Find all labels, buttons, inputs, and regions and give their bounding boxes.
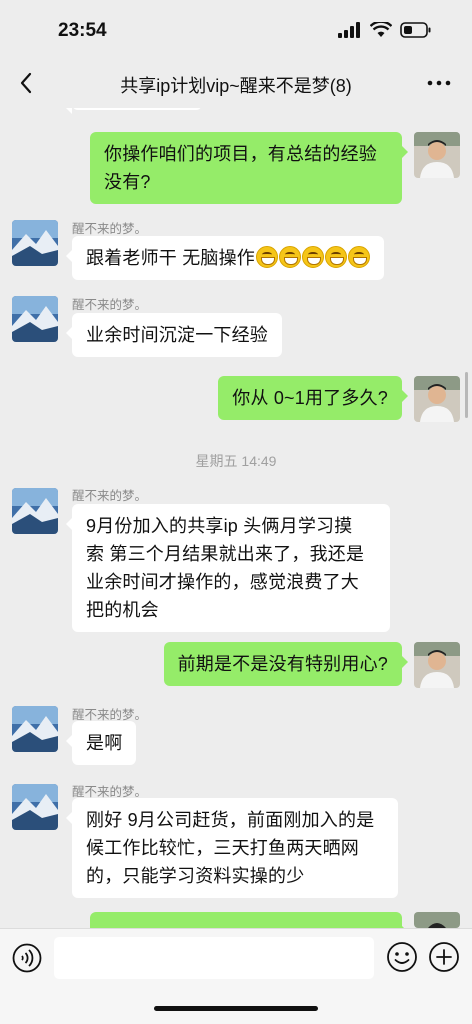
avatar-contact[interactable] [12, 706, 58, 752]
sender-name: 醒不来的梦。 [72, 489, 148, 503]
message-text: 你从 0~1用了多久? [232, 388, 388, 408]
message-list[interactable]: 你操作咱们的项目，有总结的经验 没有? 醒不来的梦。 跟着老师干 无脑操作 醒不… [0, 108, 472, 928]
status-time: 23:54 [58, 20, 107, 41]
more-button[interactable] [426, 70, 452, 96]
grin-emoji-icon [348, 246, 370, 268]
message-bubble-outgoing[interactable]: 你从 0~1用了多久? [218, 376, 408, 420]
message-bubble-incoming[interactable]: 刚好 9月公司赶货，前面刚加入的是 候工作比较忙，三天打鱼两天晒网 的，只能学习… [66, 798, 398, 898]
grin-emoji-icon [279, 246, 301, 268]
message-text: 跟着老师干 无脑操作 [86, 248, 255, 268]
chat-title: 共享ip计划vip~醒来不是梦(8) [120, 76, 352, 96]
avatar-self[interactable] [414, 376, 460, 422]
battery-icon [400, 22, 431, 38]
message-text: 的，只能学习资料实操的少 [86, 866, 305, 886]
avatar-contact[interactable] [12, 220, 58, 266]
message-text: 没有? [104, 172, 151, 192]
avatar-contact[interactable] [12, 296, 58, 342]
voice-button[interactable] [12, 943, 42, 973]
message-text: 业余时间才操作的，感觉浪费了大 [86, 572, 359, 592]
scroll-indicator[interactable] [465, 372, 468, 418]
plus-circle-icon [429, 942, 459, 972]
status-icons [338, 22, 432, 38]
message-input[interactable] [54, 937, 374, 979]
message-text: 把的机会 [86, 600, 159, 620]
message-text: 刚好 9月公司赶货，前面刚加入的是 [86, 810, 375, 830]
voice-icon [12, 943, 42, 973]
grin-emoji-icon [325, 246, 347, 268]
back-button[interactable] [14, 68, 42, 98]
message-text: 你操作咱们的项目，有总结的经验 [104, 144, 377, 164]
message-bubble-incoming[interactable]: 是啊 [65, 721, 137, 765]
signal-icon [338, 22, 360, 38]
grin-emoji-icon [302, 246, 324, 268]
nav-bar: 共享ip计划vip~醒来不是梦(8) [0, 58, 472, 108]
message-bubble-outgoing[interactable]: 你操作咱们的项目，有总结的经验 没有? [90, 132, 408, 204]
plus-button[interactable] [428, 941, 460, 973]
emoji-button[interactable] [386, 941, 418, 973]
home-indicator[interactable] [154, 1006, 318, 1011]
avatar-self[interactable] [414, 642, 460, 688]
message-text: 9月份加入的共享ip 头俩月学习摸 [86, 516, 353, 536]
message-text: 是啊 [86, 733, 123, 753]
message-text: 业余时间沉淀一下经验 [86, 325, 268, 345]
more-dots-icon [427, 80, 451, 86]
avatar-self[interactable] [414, 132, 460, 178]
message-bubble-outgoing[interactable]: 前期是不是没有特别用心? [163, 642, 409, 686]
wifi-icon [370, 22, 392, 37]
sender-name: 醒不来的梦。 [72, 222, 148, 236]
message-bubble-partial [66, 108, 202, 114]
avatar-contact[interactable] [12, 784, 58, 830]
message-bubble-incoming[interactable]: 业余时间沉淀一下经验 [66, 313, 282, 357]
message-text: 候工作比较忙，三天打鱼两天晒网 [86, 838, 359, 858]
message-text: 前期是不是没有特别用心? [177, 654, 388, 674]
avatar-contact[interactable] [12, 488, 58, 534]
timestamp-separator: 星期五 14:49 [195, 453, 277, 469]
grin-emoji-icon [256, 246, 278, 268]
message-bubble-partial [90, 912, 408, 928]
avatar-self [414, 912, 460, 928]
emoji-smile-icon [387, 942, 417, 972]
status-bar: 23:54 [0, 0, 472, 58]
message-bubble-incoming[interactable]: 9月份加入的共享ip 头俩月学习摸 索 第三个月结果就出来了，我还是 业余时间才… [66, 504, 390, 632]
chevron-left-icon [20, 72, 32, 94]
sender-name: 醒不来的梦。 [72, 298, 148, 312]
message-bubble-incoming[interactable]: 跟着老师干 无脑操作 [66, 236, 384, 280]
message-text: 索 第三个月结果就出来了，我还是 [86, 544, 365, 564]
